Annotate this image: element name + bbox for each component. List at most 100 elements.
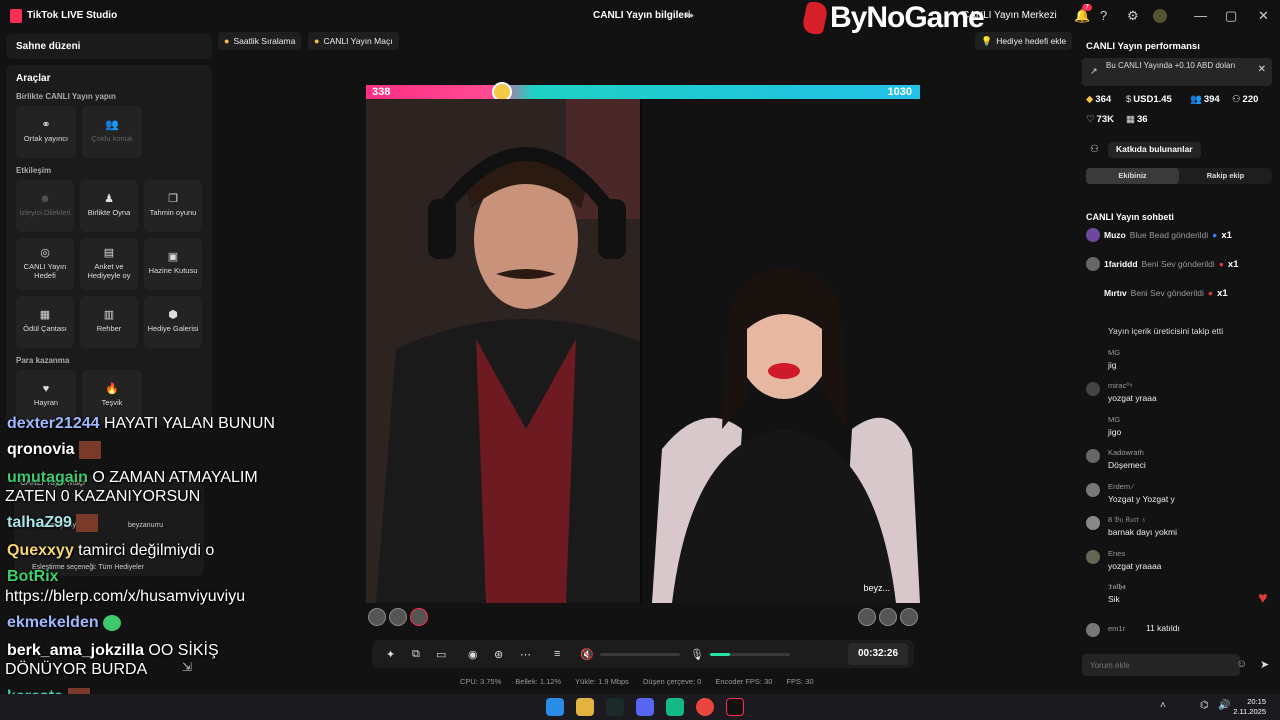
chat-text: Yozgat y Yozgat y <box>1108 494 1175 504</box>
reward-bag-tool[interactable]: ▦ Ödül Çantası <box>16 296 74 348</box>
avatar[interactable] <box>1086 550 1100 564</box>
gift-icon: ▦ <box>1126 114 1135 125</box>
avatar[interactable] <box>389 608 407 626</box>
section-collab: Birlikte CANLI Yayın yapın <box>16 92 116 101</box>
likes-metric: ♡ 73K <box>1086 114 1114 125</box>
mute-icon[interactable]: 🔇 <box>580 648 594 661</box>
diamond-icon: ◆ <box>1086 94 1094 105</box>
tab-our-team[interactable]: Ekibiniz <box>1086 168 1179 184</box>
diamonds-metric: ◆ 364 <box>1086 94 1111 105</box>
avatar[interactable] <box>879 608 897 626</box>
more-icon[interactable]: ⋯ <box>520 648 531 661</box>
avatar[interactable] <box>1153 9 1167 23</box>
chevron-up-icon[interactable]: ˄ <box>1160 700 1166 711</box>
hourly-ranking-chip[interactable]: ● Saatlik Sıralama <box>218 32 302 50</box>
system-clock[interactable]: 20:15 2.11.2025 <box>1233 697 1266 717</box>
avatar[interactable] <box>1086 516 1100 530</box>
guest-figure <box>642 99 920 603</box>
chip-label: Hediye hedefi ekle <box>996 36 1067 46</box>
layout-icon[interactable]: ⧉ <box>412 648 420 661</box>
file-explorer-icon[interactable] <box>576 698 594 716</box>
overlay-chat-line: umutagain O ZAMAN ATMAYALIM <box>7 469 258 487</box>
share-icon[interactable]: ➦ <box>685 9 694 22</box>
minimize-icon[interactable]: — <box>1194 8 1207 23</box>
gift-count: x1 <box>1221 229 1232 241</box>
gift-gallery-tool[interactable]: ⬢ Hediye Galerisi <box>144 296 202 348</box>
screen-icon[interactable]: ▭ <box>436 648 446 661</box>
app-icon[interactable] <box>666 698 684 716</box>
chat-text: barnak dayı yokmi <box>1108 527 1177 537</box>
follow-icon: ⚇ <box>1232 94 1241 105</box>
treasure-box-tool[interactable]: ▣ Hazine Kutusu <box>144 238 202 290</box>
co-host-tool[interactable]: ⚭ Ortak yayıncı <box>16 106 76 158</box>
microphone-icon[interactable]: 🎙 <box>690 648 704 661</box>
viewer-requests-tool[interactable]: ☻ İzleyici Dilekleri <box>16 180 74 232</box>
settings-sliders-icon[interactable]: ≡ <box>554 648 560 660</box>
gift-event: 1fariddd Beni Sev gönderildi ● x1 <box>1086 257 1239 271</box>
avatar[interactable] <box>900 608 918 626</box>
live-goal-tool[interactable]: ◎ CANLI Yayın Hedefi <box>16 238 74 290</box>
avatar[interactable] <box>410 608 428 626</box>
play-together-tool[interactable]: ♟ Birlikte Oyna <box>80 180 138 232</box>
maximize-icon[interactable]: ▢ <box>1225 8 1237 24</box>
windows-start-icon[interactable] <box>546 698 564 716</box>
avatar[interactable] <box>858 608 876 626</box>
diamonds-value: 364 <box>1095 94 1112 105</box>
contributors-button[interactable]: Katkıda bulunanlar <box>1108 142 1201 158</box>
avatar[interactable] <box>1086 382 1100 396</box>
guide-tool[interactable]: ▥ Rehber <box>80 296 138 348</box>
tools-panel: Araçlar Birlikte CANLI Yayın yapın ⚭ Orta… <box>6 65 212 425</box>
multi-guest-tool[interactable]: 👥 Çoklu konuk <box>82 106 142 158</box>
tiktok-icon[interactable] <box>726 698 744 716</box>
section-earn: Para kazanma <box>16 356 70 365</box>
overlay-text: HAYATI YALAN BUNUN <box>103 415 275 432</box>
chat-text: yozgat yraaa <box>1108 393 1157 403</box>
usd-value: USD1.45 <box>1133 94 1172 105</box>
avatar[interactable] <box>368 608 386 626</box>
battle-video[interactable]: 338 1030 ⏱ beyz... <box>366 82 920 603</box>
tab-rival-team[interactable]: Rakip ekip <box>1179 168 1272 184</box>
box-icon: ▣ <box>167 251 179 263</box>
battle-score-bar <box>366 85 920 99</box>
avatar[interactable] <box>1086 583 1100 597</box>
exit-icon[interactable]: ⇲ <box>182 660 192 674</box>
chrome-icon[interactable] <box>696 698 714 716</box>
team-tabs: Ekibiniz Rakip ekip <box>1086 168 1272 184</box>
effects-icon[interactable]: ✦ <box>386 648 395 661</box>
live-match-chip[interactable]: ● CANLI Yayın Maçı <box>308 32 399 50</box>
overlay-chat-line: ZATEN 0 KAZANIYORSUN <box>5 488 200 506</box>
user-add-icon[interactable]: ⚇ <box>1090 144 1099 155</box>
bynogame-watermark: ByNoGame <box>800 0 985 36</box>
poll-tool[interactable]: ▤ Anket ve Hediyeyle oy <box>80 238 138 290</box>
avatar[interactable] <box>1086 416 1100 430</box>
speaker-volume-slider[interactable] <box>600 653 680 656</box>
close-icon[interactable]: ✕ <box>1258 65 1266 75</box>
avatar[interactable] <box>1086 483 1100 497</box>
prediction-tool[interactable]: ❐ Tahmin oyunu <box>144 180 202 232</box>
comment-input[interactable] <box>1082 654 1240 676</box>
avatar[interactable] <box>1086 449 1100 463</box>
avatar[interactable] <box>1086 623 1100 637</box>
network-icon[interactable]: ⌬ <box>1200 700 1209 711</box>
close-icon[interactable]: ✕ <box>1258 8 1269 24</box>
mic-volume-slider[interactable] <box>710 653 790 656</box>
help-icon[interactable]: ? <box>1100 8 1107 23</box>
guest-name: beyz... <box>863 583 890 593</box>
scene-layout-header[interactable]: Sahne düzeni <box>6 34 212 59</box>
gift-text: Beni Sev gönderildi <box>1130 288 1204 298</box>
capture-icon[interactable]: ⊛ <box>494 648 503 661</box>
volume-icon[interactable]: 🔊 <box>1218 700 1230 711</box>
send-icon[interactable]: ➤ <box>1260 658 1269 671</box>
flame-icon: 🔥 <box>105 383 119 395</box>
heart-icon: ♥ <box>1258 590 1268 607</box>
terminal-icon[interactable] <box>606 698 624 716</box>
tool-label: Tahmin oyunu <box>149 208 197 217</box>
record-icon[interactable]: ◉ <box>468 648 478 661</box>
avatar[interactable] <box>1086 349 1100 363</box>
live-info-title[interactable]: CANLI Yayın bilgileri <box>593 10 691 21</box>
emoji-icon[interactable]: ☺ <box>1236 658 1247 670</box>
gift-goal-chip[interactable]: 💡 Hediye hedefi ekle <box>975 32 1073 50</box>
discord-icon[interactable] <box>636 698 654 716</box>
gear-icon[interactable]: ⚙ <box>1127 8 1139 24</box>
coin-icon: ● <box>314 36 320 46</box>
